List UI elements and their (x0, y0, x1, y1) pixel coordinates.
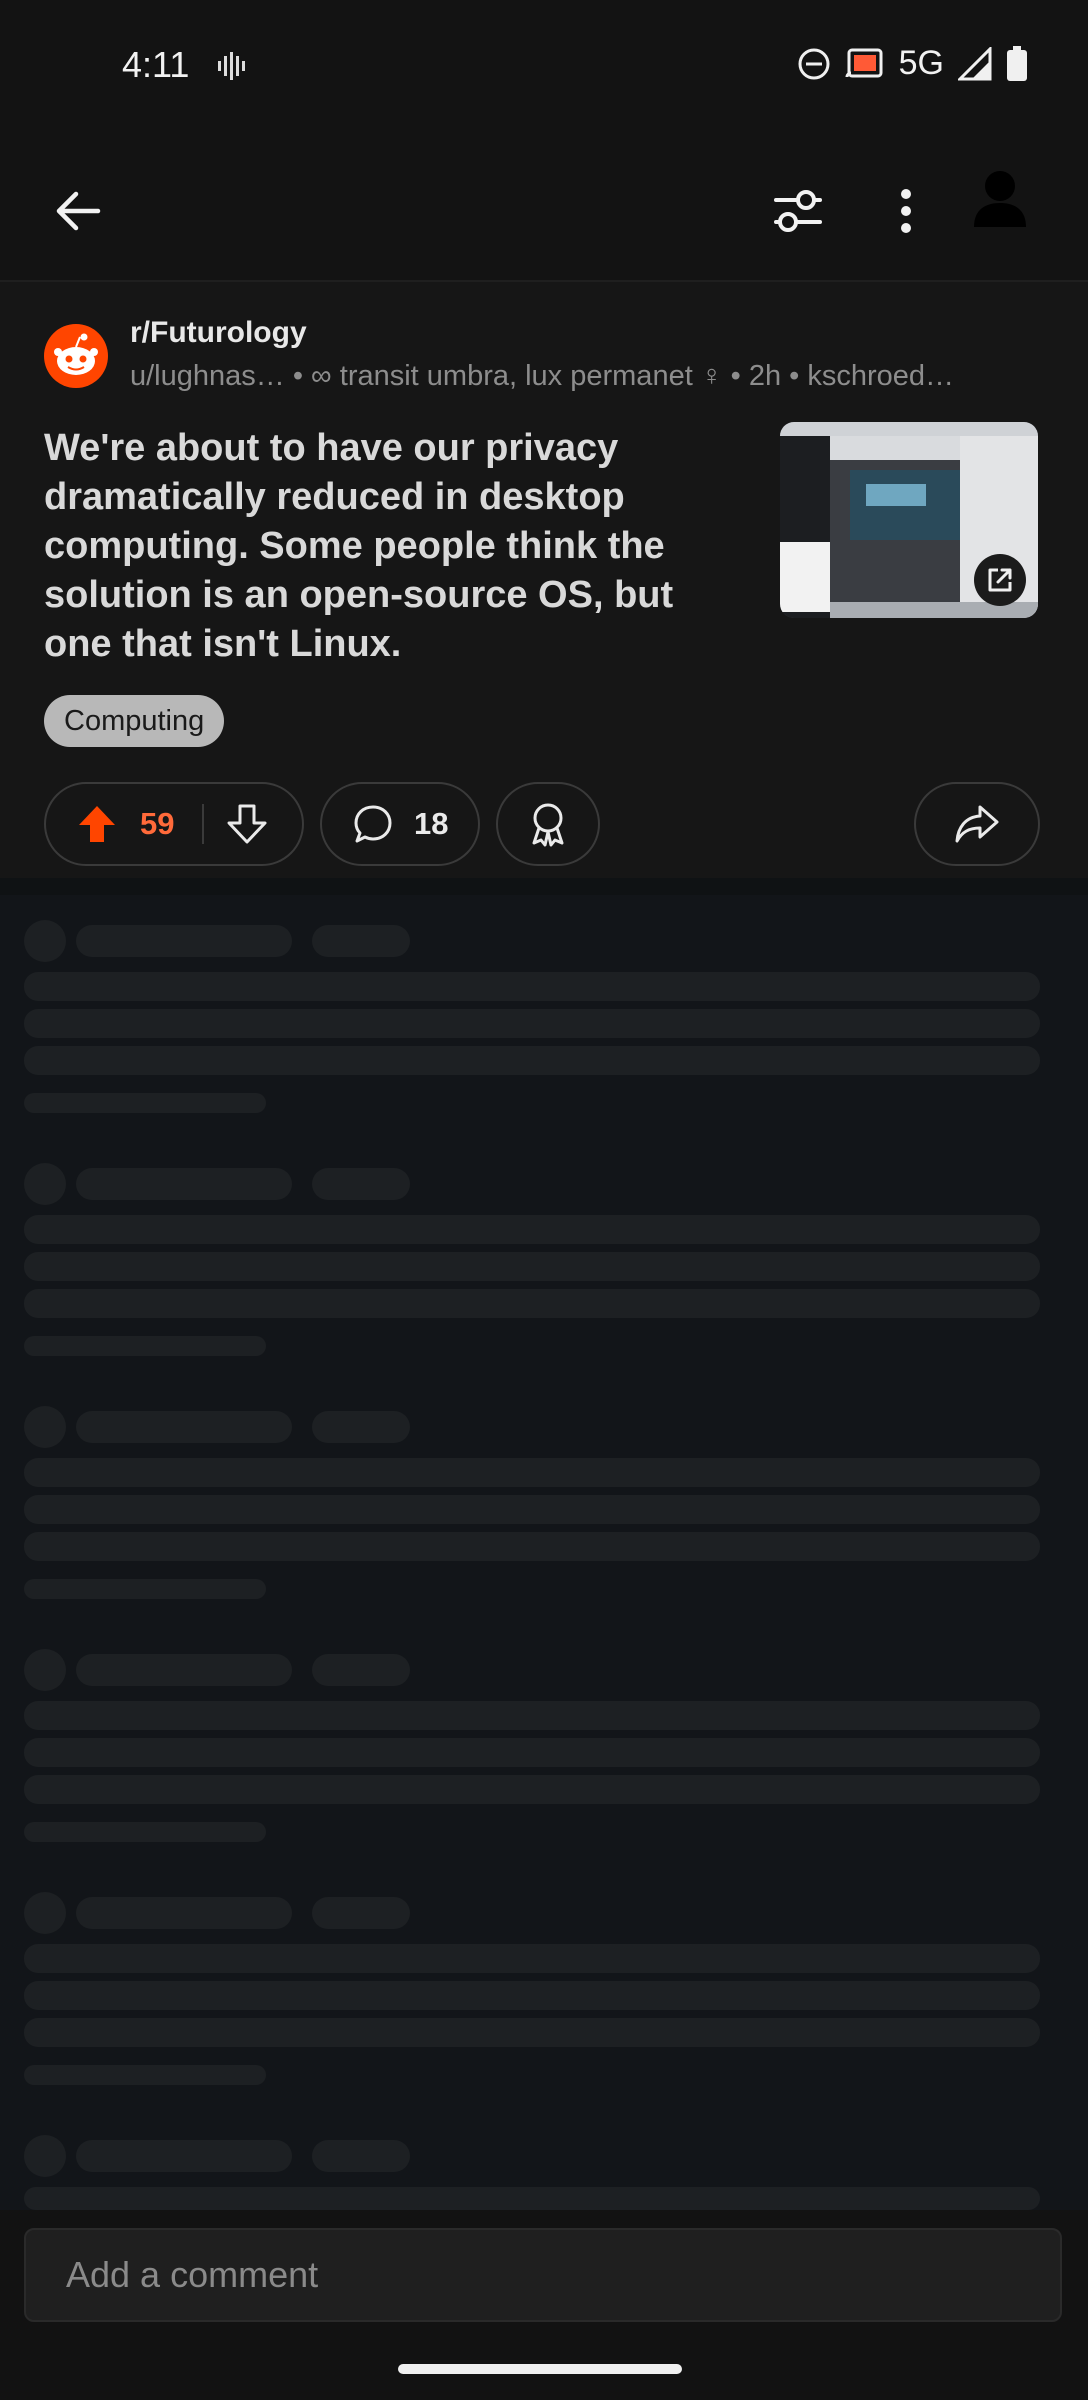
skeleton-time (312, 1411, 410, 1443)
skeleton-line (24, 1009, 1040, 1038)
skeleton-line (24, 1981, 1040, 2010)
external-link-button[interactable] (974, 554, 1026, 606)
subreddit-avatar[interactable] (44, 324, 108, 388)
external-link-icon (988, 568, 1012, 592)
skeleton-username (76, 2140, 292, 2172)
skeleton-line (24, 2187, 1040, 2210)
cast-icon (845, 48, 883, 77)
skeleton-line (24, 1701, 1040, 1730)
profile-icon[interactable] (958, 157, 1042, 241)
skeleton-actions (24, 1579, 266, 1599)
skeleton-time (312, 1654, 410, 1686)
add-comment-input[interactable]: Add a comment (24, 2228, 1062, 2322)
skeleton-line (24, 972, 1040, 1001)
skeleton-username (76, 1168, 292, 1200)
skeleton-line (24, 1775, 1040, 1804)
share-icon (955, 805, 999, 843)
skeleton-line (24, 1458, 1040, 1487)
skeleton-line (24, 1738, 1040, 1767)
subreddit-name[interactable]: r/Futurology (130, 316, 307, 350)
post-meta[interactable]: u/lughnas… • ∞ transit umbra, lux perman… (130, 360, 1030, 393)
vote-pill: 59 (44, 782, 304, 866)
vote-divider (202, 804, 205, 844)
award-icon (532, 803, 564, 847)
skeleton-time (312, 1168, 410, 1200)
post-card[interactable]: r/Futurology u/lughnas… • ∞ transit umbr… (0, 282, 1088, 878)
comments-button[interactable]: 18 (320, 782, 480, 866)
skeleton-actions (24, 2065, 266, 2085)
comment-count: 18 (414, 806, 449, 841)
comments-loading-skeleton (0, 895, 1088, 2210)
skeleton-avatar (24, 920, 66, 962)
status-time: 4:11 (122, 44, 190, 85)
upvote-count: 59 (140, 806, 175, 841)
skeleton-actions (24, 1822, 266, 1842)
post-thumbnail[interactable] (780, 422, 1038, 618)
skeleton-line (24, 1289, 1040, 1318)
network-type: 5G (898, 44, 944, 82)
post-flair[interactable]: Computing (44, 695, 225, 747)
battery-icon (1007, 45, 1027, 81)
app-bar (0, 135, 1088, 282)
award-button[interactable] (496, 782, 600, 866)
signal-icon (958, 46, 992, 80)
comment-bubble-icon (354, 805, 392, 843)
filter-icon[interactable] (758, 171, 838, 251)
skeleton-avatar (24, 1163, 66, 1205)
skeleton-line (24, 1215, 1040, 1244)
downvote-arrow-icon (227, 804, 267, 844)
skeleton-time (312, 925, 410, 957)
share-button[interactable] (914, 782, 1040, 866)
skeleton-line (24, 1532, 1040, 1561)
status-bar: 4:11 5G (0, 0, 1088, 135)
skeleton-line (24, 1252, 1040, 1281)
post-title[interactable]: We're about to have our privacy dramatic… (44, 424, 744, 669)
skeleton-line (24, 1495, 1040, 1524)
skeleton-avatar (24, 1649, 66, 1691)
more-vert-icon[interactable] (866, 171, 946, 251)
downvote-button[interactable] (226, 803, 268, 845)
skeleton-time (312, 1897, 410, 1929)
skeleton-line (24, 1944, 1040, 1973)
skeleton-time (312, 2140, 410, 2172)
skeleton-avatar (24, 1892, 66, 1934)
skeleton-username (76, 925, 292, 957)
skeleton-line (24, 2018, 1040, 2047)
home-indicator[interactable] (398, 2364, 682, 2374)
upvote-arrow-icon (79, 806, 115, 842)
skeleton-username (76, 1411, 292, 1443)
skeleton-line (24, 1046, 1040, 1075)
back-arrow-icon[interactable] (38, 171, 118, 251)
skeleton-username (76, 1897, 292, 1929)
skeleton-avatar (24, 2135, 66, 2177)
skeleton-actions (24, 1093, 266, 1113)
snoo-icon (54, 333, 98, 375)
vibrate-icon (218, 52, 245, 80)
skeleton-actions (24, 1336, 266, 1356)
upvote-button[interactable] (76, 803, 118, 845)
skeleton-avatar (24, 1406, 66, 1448)
skeleton-username (76, 1654, 292, 1686)
dnd-icon (798, 48, 830, 79)
